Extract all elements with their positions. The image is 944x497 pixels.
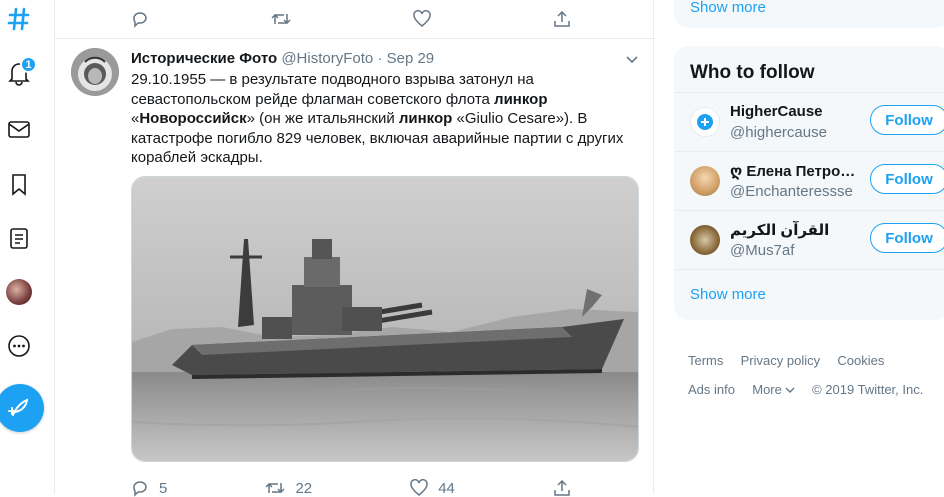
tweet-header: Исторические Фото @HistoryFoto · Sep 29 [131, 50, 434, 67]
follow-button[interactable]: Follow [870, 223, 944, 253]
bookmark-icon[interactable] [4, 169, 34, 199]
reply-button[interactable]: 5 [131, 479, 167, 497]
user-avatar[interactable] [690, 225, 720, 255]
retweet-icon [271, 13, 291, 25]
like-button[interactable] [413, 10, 441, 28]
retweet-button[interactable]: 22 [265, 479, 312, 497]
suggestion-name[interactable]: ღ Елена Петро… [730, 162, 860, 180]
show-more-row: Show more [674, 269, 944, 320]
suggestion-handle: @highercause [730, 124, 827, 141]
footer-links-row1: Terms Privacy policy Cookies [688, 353, 884, 368]
suggestion-name[interactable]: القرآن الكريم [730, 221, 860, 239]
notifications-bell-icon[interactable]: 1 [4, 56, 37, 88]
notification-badge: 1 [20, 56, 37, 73]
share-button[interactable] [553, 479, 571, 497]
hashtag-icon[interactable] [4, 4, 34, 34]
chevron-down-icon [785, 387, 795, 393]
retweet-button[interactable] [271, 10, 301, 28]
reply-icon [133, 481, 147, 497]
follow-button[interactable]: Follow [870, 164, 944, 194]
cookies-link[interactable]: Cookies [837, 353, 884, 368]
share-icon [554, 10, 570, 27]
timeline-feed: Исторические Фото @HistoryFoto · Sep 29 … [54, 0, 655, 497]
user-avatar[interactable] [690, 166, 720, 196]
show-more-suggestions-link[interactable]: Show more [690, 286, 766, 303]
terms-link[interactable]: Terms [688, 353, 723, 368]
tweet-actions: 5 22 44 [131, 479, 571, 497]
tweet-menu-caret[interactable] [625, 52, 639, 71]
show-more-trends-link[interactable]: Show more [690, 0, 766, 16]
suggestion-handle: @Enchanteressse [730, 183, 853, 200]
reply-button[interactable] [131, 10, 159, 28]
more-menu-link[interactable]: More [752, 382, 795, 397]
left-nav: 1 [0, 0, 44, 494]
follow-suggestion-row[interactable]: ღ Елена Петро… @Enchanteressse Follow [674, 151, 944, 210]
messages-mail-icon[interactable] [4, 114, 34, 144]
copyright-text: © 2019 Twitter, Inc. [812, 382, 924, 397]
tweet-divider [55, 38, 655, 39]
prev-tweet-actions [131, 10, 571, 28]
compose-feather-icon [8, 398, 29, 416]
follow-suggestion-row[interactable]: HigherCause @highercause Follow [674, 92, 944, 151]
more-options-icon[interactable] [4, 331, 34, 361]
lists-icon[interactable] [4, 223, 34, 253]
ads-info-link[interactable]: Ads info [688, 382, 735, 397]
share-button[interactable] [553, 10, 571, 28]
suggestion-name[interactable]: HigherCause [730, 103, 860, 120]
privacy-policy-link[interactable]: Privacy policy [741, 353, 820, 368]
trends-card-bottom: Show more [674, 0, 944, 28]
retweet-icon [265, 482, 285, 494]
share-icon [554, 479, 570, 496]
suggestion-handle: @Mus7af [730, 242, 795, 259]
profile-avatar[interactable] [4, 277, 34, 307]
heart-icon [413, 10, 431, 27]
who-to-follow-card: Who to follow HigherCause @highercause F… [674, 46, 944, 320]
heart-icon [410, 479, 428, 496]
footer-links-row2: Ads info More © 2019 Twitter, Inc. [688, 382, 923, 397]
compose-tweet-button[interactable] [0, 384, 44, 432]
tweet-photo[interactable] [131, 176, 639, 462]
like-button[interactable]: 44 [410, 479, 455, 497]
chevron-down-icon [626, 56, 638, 64]
tweet-text: 29.10.1955 — в результате подводного взр… [131, 71, 624, 166]
who-to-follow-title: Who to follow [690, 62, 815, 83]
user-avatar[interactable] [690, 107, 720, 137]
author-handle[interactable]: @HistoryFoto [281, 50, 373, 67]
follow-suggestion-row[interactable]: القرآن الكريم @Mus7af Follow [674, 210, 944, 269]
author-name[interactable]: Исторические Фото [131, 50, 277, 67]
tweet-date[interactable]: Sep 29 [387, 50, 435, 67]
reply-icon [133, 12, 147, 28]
dot-separator: · [377, 50, 383, 67]
author-avatar[interactable] [71, 48, 119, 96]
follow-button[interactable]: Follow [870, 105, 944, 135]
